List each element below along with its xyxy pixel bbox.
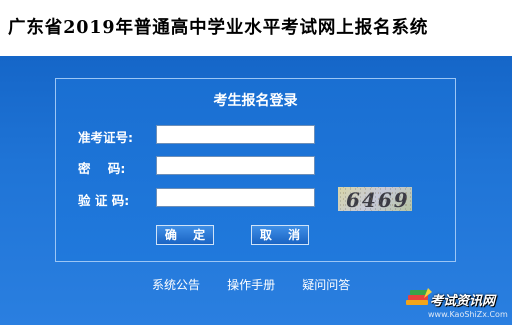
main-area: 考生报名登录 准考证号: 密 码: 验 证 码: 6469 确 定 取 消 系统…: [0, 56, 512, 325]
page-header: 广东省2019年普通高中学业水平考试网上报名系统: [0, 0, 512, 56]
site-watermark-logo: 考试资讯网 www.KaoShiZx.Com: [404, 286, 512, 325]
footer-link-faq[interactable]: 疑问问答: [302, 278, 350, 292]
login-panel: 考生报名登录 准考证号: 密 码: 验 证 码: 6469 确 定 取 消: [55, 78, 456, 262]
exam-number-label: 准考证号:: [78, 130, 133, 145]
captcha-image[interactable]: 6469: [338, 187, 412, 211]
cancel-button[interactable]: 取 消: [251, 225, 309, 245]
exam-number-input[interactable]: [156, 125, 315, 144]
watermark-name: 考试资讯网: [430, 294, 496, 309]
password-label: 密 码:: [78, 161, 126, 176]
footer-link-manual[interactable]: 操作手册: [227, 278, 275, 292]
password-input[interactable]: [156, 156, 315, 175]
login-title: 考生报名登录: [213, 93, 298, 109]
captcha-noise: [338, 187, 412, 211]
watermark-url: www.KaoShiZx.Com: [428, 310, 508, 319]
page-title: 广东省2019年普通高中学业水平考试网上报名系统: [8, 18, 429, 38]
footer-link-announcements[interactable]: 系统公告: [152, 278, 200, 292]
footer-links: 系统公告 操作手册 疑问问答: [152, 274, 372, 293]
confirm-button[interactable]: 确 定: [156, 225, 214, 245]
captcha-input[interactable]: [156, 188, 315, 207]
captcha-label: 验 证 码:: [78, 193, 130, 208]
